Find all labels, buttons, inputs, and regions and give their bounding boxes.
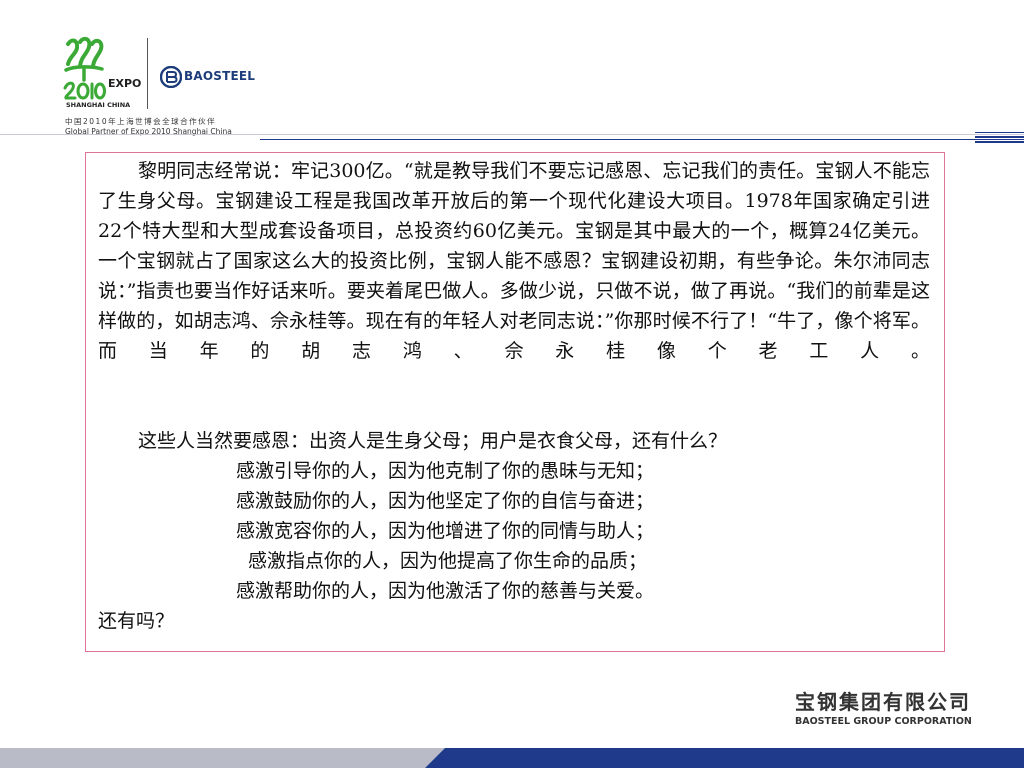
header-accent-lines <box>0 132 1024 143</box>
gratitude-line: 感激宽容你的人，因为他增进了你的同情与助人； <box>236 520 655 542</box>
partner-line-cn: 中国2010年上海世博会全球合作伙伴 <box>65 117 217 126</box>
expo-2010-logo: EXPO SHANGHAI CHINA <box>62 36 146 110</box>
company-name-cn: 宝钢集团有限公司 <box>795 690 971 714</box>
paragraph-1: 黎明同志经常说：牢记300亿。“就是教导我们不要忘记感恩、忘记我们的责任。宝钢人… <box>98 160 930 362</box>
expo-city-label: SHANGHAI CHINA <box>66 101 131 109</box>
expo-2010-emblem-icon <box>63 36 106 100</box>
company-name-en: BAOSTEEL GROUP CORPORATION <box>795 716 972 727</box>
content-box: 黎明同志经常说：牢记300亿。“就是教导我们不要忘记感恩、忘记我们的责任。宝钢人… <box>85 152 945 652</box>
expo-wordmark: EXPO <box>108 77 142 90</box>
gratitude-line: 感激引导你的人，因为他克制了你的愚昧与无知； <box>236 460 655 482</box>
baosteel-emblem-icon <box>160 66 182 88</box>
closing-question: 还有吗？ <box>98 610 175 632</box>
footer-accent-bars <box>0 748 1024 768</box>
gratitude-line: 感激帮助你的人，因为他激活了你的慈善与关爱。 <box>236 580 655 602</box>
logo-divider <box>147 38 148 109</box>
gratitude-line: 感激指点你的人，因为他提高了你生命的品质； <box>248 550 648 572</box>
paragraph-2: 这些人当然要感恩：出资人是生身父母；用户是衣食父母，还有什么？ <box>138 430 728 452</box>
baosteel-wordmark: BAOSTEEL <box>184 69 256 83</box>
gratitude-line: 感激鼓励你的人，因为他坚定了你的自信与奋进； <box>236 490 655 512</box>
